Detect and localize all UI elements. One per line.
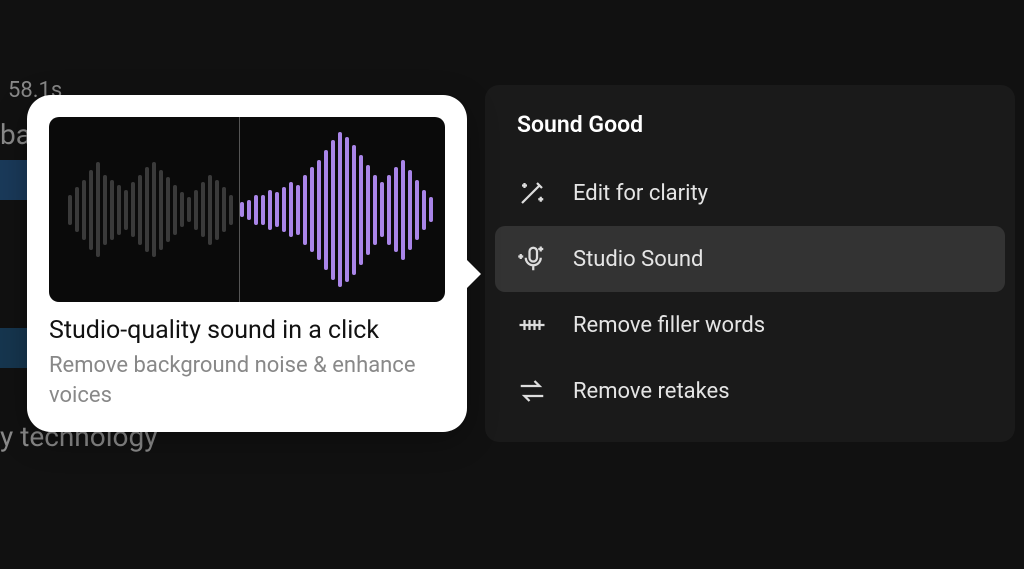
- wand-icon: [517, 178, 547, 208]
- menu-item-remove-filler-words[interactable]: Remove filler words: [495, 292, 1005, 358]
- tooltip-title: Studio-quality sound in a click: [49, 316, 445, 345]
- menu-item-label: Remove filler words: [573, 313, 765, 338]
- waveform-before: [61, 117, 239, 302]
- menu-item-studio-sound[interactable]: Studio Sound: [495, 226, 1005, 292]
- sound-good-menu: Sound Good Edit for clarity Studio Sound…: [485, 85, 1015, 442]
- menu-item-remove-retakes[interactable]: Remove retakes: [495, 358, 1005, 424]
- cycle-icon: [517, 376, 547, 406]
- background-highlight: [0, 160, 30, 200]
- menu-header: Sound Good: [495, 111, 1005, 138]
- menu-item-label: Edit for clarity: [573, 181, 708, 206]
- waveform-after: [240, 117, 433, 302]
- menu-item-label: Remove retakes: [573, 379, 730, 404]
- tooltip-description: Remove background noise & enhance voices: [49, 351, 445, 410]
- mic-enhance-icon: [517, 244, 547, 274]
- feature-tooltip-card: Studio-quality sound in a click Remove b…: [27, 95, 467, 432]
- menu-item-label: Studio Sound: [573, 247, 703, 272]
- waveform-preview: [49, 117, 445, 302]
- strikethrough-icon: [517, 310, 547, 340]
- menu-item-edit-for-clarity[interactable]: Edit for clarity: [495, 160, 1005, 226]
